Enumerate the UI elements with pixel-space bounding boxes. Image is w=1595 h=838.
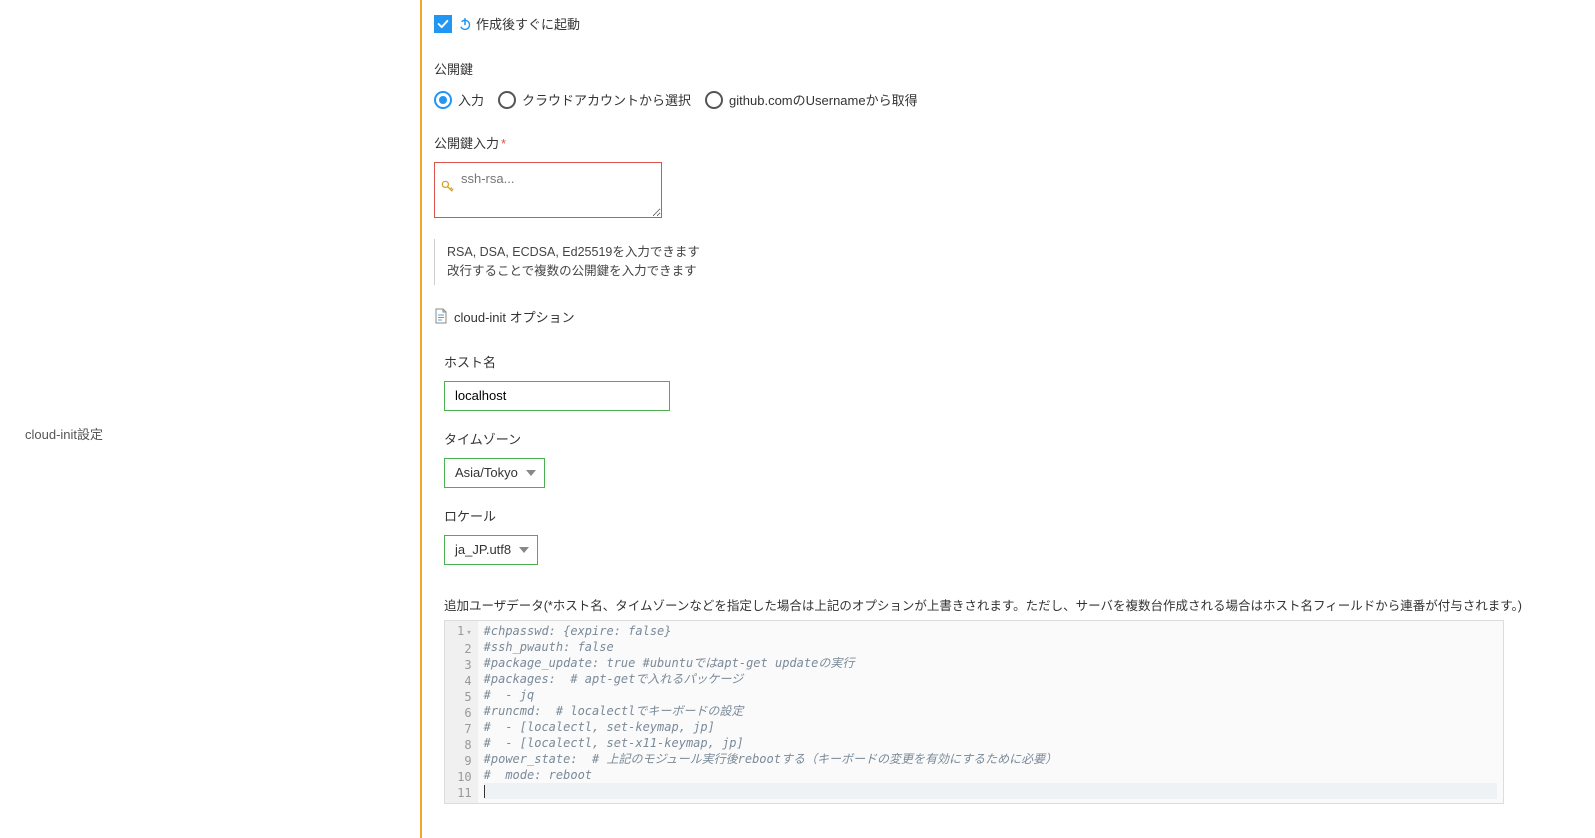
check-icon (436, 17, 450, 31)
cloud-init-option-label: cloud-init オプション (454, 307, 575, 326)
start-after-create-row: 作成後すぐに起動 (434, 14, 1595, 33)
locale-select[interactable]: ja_JP.utf8 (444, 535, 538, 565)
timezone-label: タイムゾーン (444, 429, 1595, 448)
public-key-radio-group: 入力 クラウドアカウントから選択 github.comのUsernameから取得 (434, 90, 1595, 109)
code-line: # - jq (484, 687, 1497, 703)
code-line: #power_state: # 上記のモジュール実行後rebootする（キーボー… (484, 751, 1497, 767)
radio-input[interactable]: 入力 (434, 90, 484, 109)
public-key-help: RSA, DSA, ECDSA, Ed25519を入力できます 改行することで複… (434, 239, 1595, 285)
timezone-value: Asia/Tokyo (455, 465, 518, 480)
start-after-create-checkbox[interactable] (434, 15, 452, 33)
editor-code-area[interactable]: #chpasswd: {expire: false} #ssh_pwauth: … (478, 621, 1503, 803)
public-key-help-line2: 改行することで複数の公開鍵を入力できます (447, 262, 1595, 281)
cloud-init-option-row: cloud-init オプション (434, 307, 1595, 326)
userdata-editor[interactable]: 1 2 3 4 5 6 7 8 9 10 11 #chpasswd: {expi… (444, 620, 1504, 804)
document-icon (434, 308, 448, 324)
userdata-label: 追加ユーザデータ(*ホスト名、タイムゾーンなどを指定した場合は上記のオプションが… (444, 595, 1595, 614)
chevron-down-icon (519, 547, 529, 553)
sidebar-section-label: cloud-init設定 (25, 424, 103, 443)
locale-value: ja_JP.utf8 (455, 542, 511, 557)
public-key-help-line1: RSA, DSA, ECDSA, Ed25519を入力できます (447, 243, 1595, 262)
required-asterisk: * (501, 136, 506, 151)
radio-github-label: github.comのUsernameから取得 (729, 90, 918, 109)
timezone-select[interactable]: Asia/Tokyo (444, 458, 545, 488)
radio-input-label: 入力 (458, 90, 484, 109)
radio-cloud-label: クラウドアカウントから選択 (522, 90, 691, 109)
code-line-active (484, 783, 1497, 799)
code-line: # mode: reboot (484, 767, 1497, 783)
start-after-create-label: 作成後すぐに起動 (476, 14, 580, 33)
code-line: #ssh_pwauth: false (484, 639, 1497, 655)
radio-github-circle (705, 91, 723, 109)
chevron-down-icon (526, 470, 536, 476)
hostname-input[interactable] (444, 381, 670, 411)
sidebar: cloud-init設定 (0, 0, 420, 838)
radio-github[interactable]: github.comのUsernameから取得 (705, 90, 918, 109)
locale-label: ロケール (444, 506, 1595, 525)
code-line: # - [localectl, set-keymap, jp] (484, 719, 1497, 735)
cloud-init-subsection: ホスト名 タイムゾーン Asia/Tokyo ロケール ja_JP.utf8 追… (444, 352, 1595, 804)
code-line: # - [localectl, set-x11-keymap, jp] (484, 735, 1497, 751)
public-key-heading: 公開鍵 (434, 59, 1595, 78)
code-line: #package_update: true #ubuntuではapt-get u… (484, 655, 1497, 671)
radio-input-circle (434, 91, 452, 109)
radio-cloud-circle (498, 91, 516, 109)
key-icon (441, 180, 455, 194)
public-key-textarea[interactable] (434, 162, 662, 218)
code-line: #runcmd: # localectlでキーボードの設定 (484, 703, 1497, 719)
hostname-label: ホスト名 (444, 352, 1595, 371)
code-line: #chpasswd: {expire: false} (484, 623, 1497, 639)
public-key-textarea-wrap (434, 162, 1595, 221)
public-key-input-label: 公開鍵入力 (434, 136, 499, 151)
main-form: 作成後すぐに起動 公開鍵 入力 クラウドアカウントから選択 github.com… (420, 0, 1595, 838)
code-line: #packages: # apt-getで入れるパッケージ (484, 671, 1497, 687)
editor-cursor (484, 785, 485, 798)
radio-cloud-account[interactable]: クラウドアカウントから選択 (498, 90, 691, 109)
power-icon (458, 17, 472, 31)
public-key-input-label-row: 公開鍵入力* (434, 133, 1595, 152)
editor-gutter: 1 2 3 4 5 6 7 8 9 10 11 (445, 621, 478, 803)
